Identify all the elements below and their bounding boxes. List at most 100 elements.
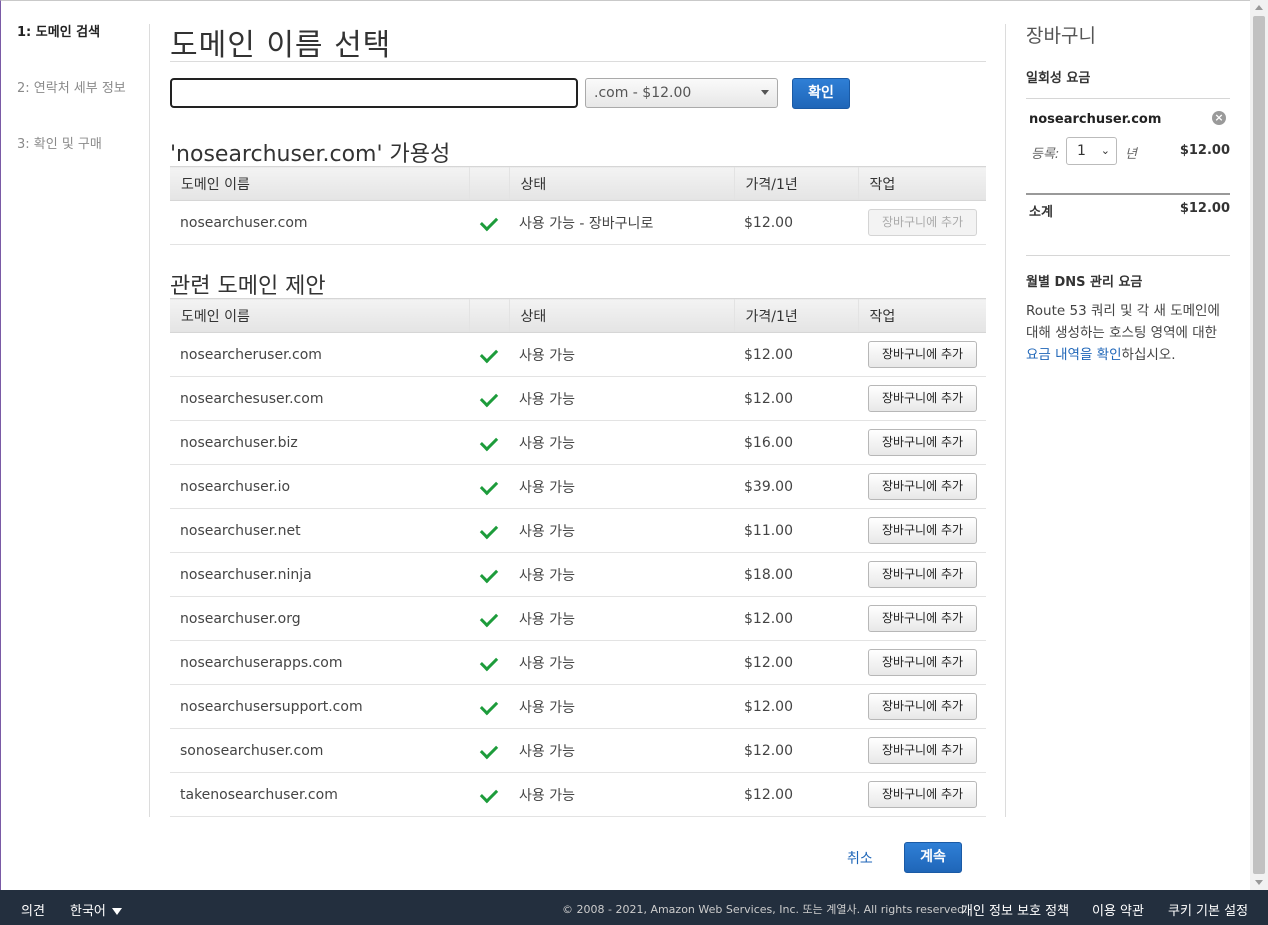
table-row: nosearchuser.ninja 사용 가능 $18.00 장바구니에 추가 bbox=[170, 552, 986, 597]
wizard-steps: 1: 도메인 검색 2: 연락처 세부 정보 3: 확인 및 구매 bbox=[17, 24, 147, 192]
domain-name: nosearchuser.com bbox=[170, 200, 469, 245]
checkmark-icon bbox=[479, 740, 499, 759]
table-row: nosearchesuser.com 사용 가능 $12.00 장바구니에 추가 bbox=[170, 376, 986, 421]
cart-divider bbox=[1005, 24, 1006, 817]
table-header-row: 도메인 이름 상태 가격/1년 작업 bbox=[170, 166, 986, 201]
cancel-link[interactable]: 취소 bbox=[847, 848, 873, 868]
caret-down-icon bbox=[111, 908, 122, 915]
cookie-preferences-link[interactable]: 쿠키 기본 설정 bbox=[1168, 900, 1248, 919]
domain-name: nosearchuserapps.com bbox=[170, 640, 469, 685]
status-text: 사용 가능 - 장바구니로 bbox=[509, 200, 734, 245]
price-text: $11.00 bbox=[734, 508, 858, 553]
step-review-purchase[interactable]: 3: 확인 및 구매 bbox=[17, 136, 147, 192]
pricing-details-link[interactable]: 요금 내역을 확인 bbox=[1026, 347, 1122, 363]
domain-name: takenosearchuser.com bbox=[170, 772, 469, 817]
cart-divider-dns bbox=[1026, 255, 1230, 256]
scroll-up-icon[interactable] bbox=[1255, 5, 1263, 10]
checkmark-icon bbox=[479, 520, 499, 539]
column-header-check bbox=[468, 166, 509, 201]
subtotal-label: 소계 bbox=[1029, 205, 1053, 220]
table-row: nosearchuser.net 사용 가능 $11.00 장바구니에 추가 bbox=[170, 508, 986, 553]
price-text: $16.00 bbox=[734, 420, 858, 465]
price-text: $12.00 bbox=[734, 772, 858, 817]
add-to-cart-button[interactable]: 장바구니에 추가 bbox=[868, 429, 977, 456]
column-header-price: 가격/1년 bbox=[733, 298, 858, 333]
related-domains-table: 도메인 이름 상태 가격/1년 작업 nosearcheruser.com 사용 … bbox=[170, 298, 986, 817]
step-domain-search[interactable]: 1: 도메인 검색 bbox=[17, 24, 147, 80]
add-to-cart-button[interactable]: 장바구니에 추가 bbox=[868, 517, 977, 544]
step-contact-details[interactable]: 2: 연락처 세부 정보 bbox=[17, 80, 147, 136]
price-text: $12.00 bbox=[734, 684, 858, 729]
add-to-cart-button[interactable]: 장바구니에 추가 bbox=[868, 385, 977, 412]
availability-title: 'nosearchuser.com' 가용성 bbox=[170, 142, 451, 167]
domain-name: sonosearchuser.com bbox=[170, 728, 469, 773]
dns-fee-heading: 월별 DNS 관리 요금 bbox=[1026, 275, 1143, 290]
status-text: 사용 가능 bbox=[509, 596, 734, 641]
checkmark-icon bbox=[479, 696, 499, 715]
dns-fee-description: Route 53 쿼리 및 각 새 도메인에 대해 생성하는 호스팅 영역에 대… bbox=[1026, 300, 1232, 366]
checkmark-icon bbox=[479, 784, 499, 803]
status-text: 사용 가능 bbox=[509, 684, 734, 729]
column-header-price: 가격/1년 bbox=[733, 166, 858, 201]
add-to-cart-button[interactable]: 장바구니에 추가 bbox=[868, 473, 977, 500]
checkmark-icon bbox=[479, 652, 499, 671]
year-unit-label: 년 bbox=[1125, 147, 1137, 162]
table-row: nosearcheruser.com 사용 가능 $12.00 장바구니에 추가 bbox=[170, 332, 986, 377]
cart-divider-top bbox=[1026, 98, 1230, 99]
column-header-check bbox=[468, 298, 509, 333]
language-selector[interactable]: 한국어 bbox=[70, 900, 122, 919]
cart-item-price: $12.00 bbox=[1179, 143, 1230, 158]
status-text: 사용 가능 bbox=[509, 728, 734, 773]
column-header-action: 작업 bbox=[857, 298, 986, 333]
feedback-link[interactable]: 의견 bbox=[21, 900, 45, 919]
table-row: nosearchuser.org 사용 가능 $12.00 장바구니에 추가 bbox=[170, 596, 986, 641]
column-header-domain: 도메인 이름 bbox=[170, 166, 469, 201]
add-to-cart-button[interactable]: 장바구니에 추가 bbox=[868, 781, 977, 808]
dns-text-part: 하십시오. bbox=[1121, 347, 1176, 363]
table-row: nosearchuserapps.com 사용 가능 $12.00 장바구니에 추가 bbox=[170, 640, 986, 685]
scrollbar-thumb[interactable] bbox=[1253, 16, 1265, 874]
price-text: $12.00 bbox=[734, 376, 858, 421]
add-to-cart-button[interactable]: 장바구니에 추가 bbox=[868, 693, 977, 720]
language-label: 한국어 bbox=[70, 904, 106, 919]
domain-search-input[interactable] bbox=[170, 78, 578, 108]
continue-button[interactable]: 계속 bbox=[904, 842, 962, 873]
dns-text-part: Route 53 쿼리 및 각 새 도메인에 대해 생성하는 호스팅 영역에 대… bbox=[1026, 303, 1220, 341]
checkmark-icon bbox=[479, 344, 499, 363]
add-to-cart-button[interactable]: 장바구니에 추가 bbox=[868, 561, 977, 588]
price-text: $18.00 bbox=[734, 552, 858, 597]
domain-name: nosearchuser.ninja bbox=[170, 552, 469, 597]
vertical-scrollbar[interactable] bbox=[1250, 0, 1268, 890]
tld-select-value: .com - $12.00 bbox=[594, 85, 692, 101]
years-value: 1 bbox=[1077, 143, 1086, 159]
scroll-down-icon[interactable] bbox=[1255, 880, 1263, 885]
tld-select[interactable]: .com - $12.00 bbox=[585, 78, 778, 108]
register-label: 등록: bbox=[1031, 147, 1060, 162]
add-to-cart-button[interactable]: 장바구니에 추가 bbox=[868, 341, 977, 368]
confirm-button[interactable]: 확인 bbox=[792, 78, 850, 109]
price-text: $12.00 bbox=[734, 640, 858, 685]
remove-item-icon[interactable]: × bbox=[1212, 111, 1226, 125]
column-header-domain: 도메인 이름 bbox=[170, 298, 469, 333]
privacy-policy-link[interactable]: 개인 정보 보호 정책 bbox=[961, 900, 1069, 919]
domain-name: nosearchesuser.com bbox=[170, 376, 469, 421]
checkmark-icon bbox=[479, 432, 499, 451]
terms-link[interactable]: 이용 약관 bbox=[1092, 900, 1144, 919]
add-to-cart-button[interactable]: 장바구니에 추가 bbox=[868, 209, 977, 236]
column-header-status: 상태 bbox=[508, 166, 734, 201]
cart-item-domain: nosearchuser.com bbox=[1029, 112, 1162, 127]
years-select[interactable]: 1 ⌄ bbox=[1066, 137, 1117, 165]
price-text: $12.00 bbox=[734, 200, 858, 245]
domain-name: nosearchuser.biz bbox=[170, 420, 469, 465]
domain-name: nosearcheruser.com bbox=[170, 332, 469, 377]
chevron-down-icon: ⌄ bbox=[1100, 144, 1110, 157]
domain-name: nosearchuser.org bbox=[170, 596, 469, 641]
table-row: nosearchuser.com 사용 가능 - 장바구니로 $12.00 장바… bbox=[170, 200, 986, 245]
title-divider bbox=[170, 61, 986, 62]
add-to-cart-button[interactable]: 장바구니에 추가 bbox=[868, 605, 977, 632]
add-to-cart-button[interactable]: 장바구니에 추가 bbox=[868, 737, 977, 764]
status-text: 사용 가능 bbox=[509, 508, 734, 553]
status-text: 사용 가능 bbox=[509, 420, 734, 465]
add-to-cart-button[interactable]: 장바구니에 추가 bbox=[868, 649, 977, 676]
checkmark-icon bbox=[479, 476, 499, 495]
